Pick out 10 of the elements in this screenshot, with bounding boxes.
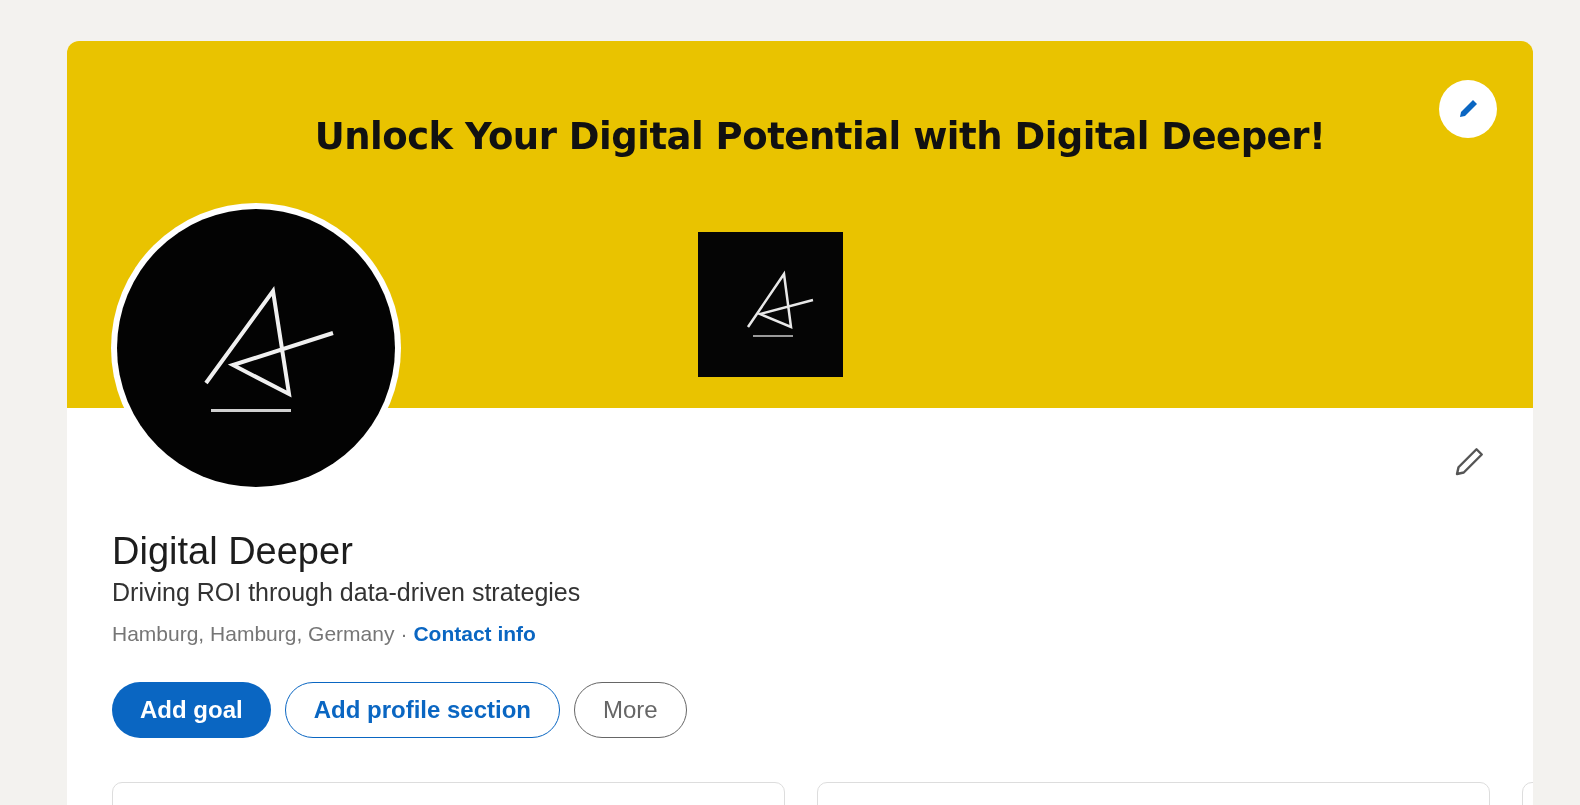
banner-headline: Unlock Your Digital Potential with Digital Deeper! [314,115,1326,158]
action-button[interactable]: Add profile section [284,682,560,738]
profile-name: Digital Deeper [112,529,354,574]
location-text: Hamburg, Hamburg, Germany [112,622,395,646]
profile-headline: Driving ROI through data-driven strategies [112,577,582,608]
separator-text: · [400,622,408,646]
contact-info-link[interactable]: Contact info [413,622,536,646]
action-button[interactable]: More [574,682,687,738]
action-button[interactable]: Add goal [112,682,271,738]
edit-button[interactable] [1439,80,1497,138]
